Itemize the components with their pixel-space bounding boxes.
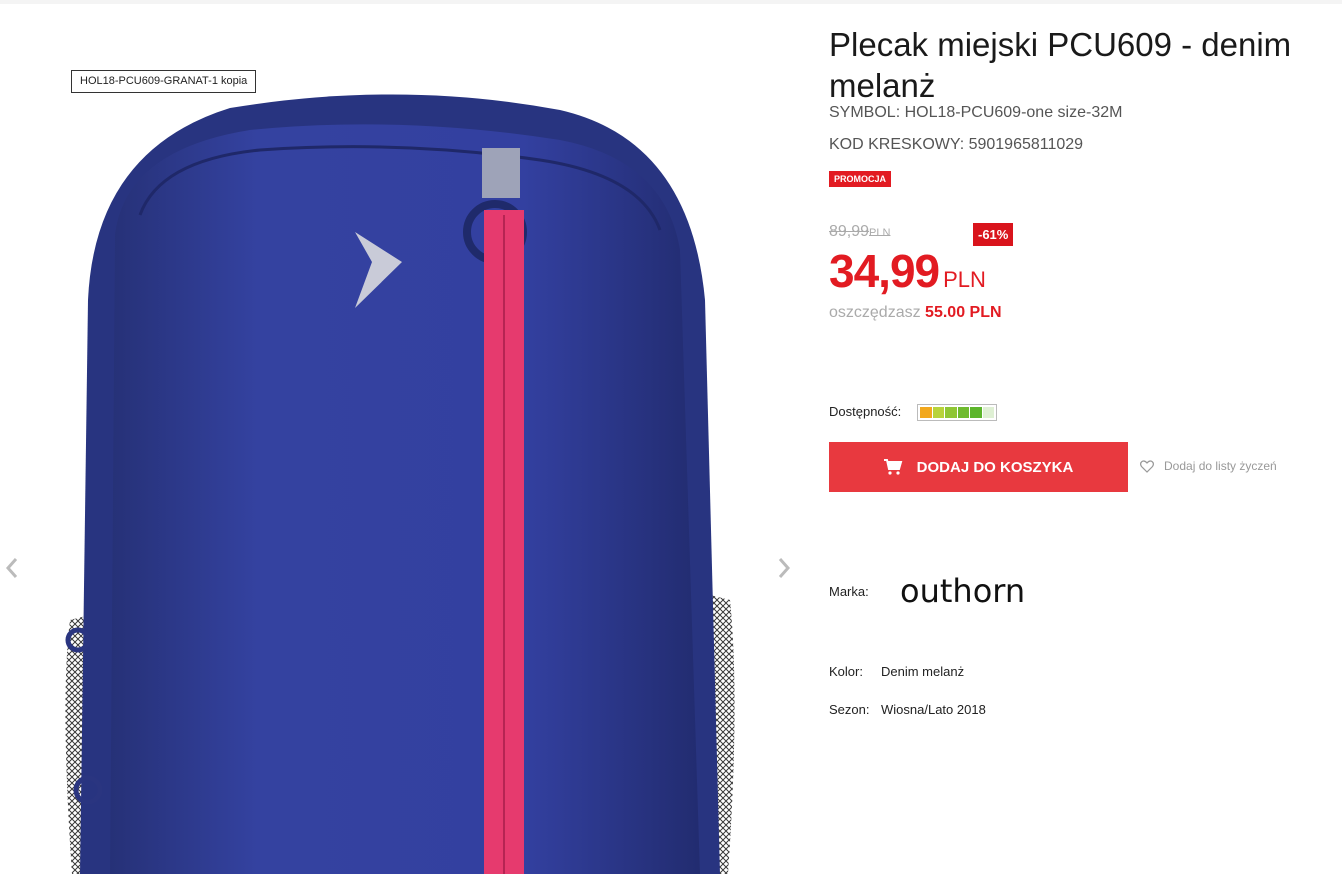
availability-segment xyxy=(957,407,969,418)
promo-badge: PROMOCJA xyxy=(829,171,892,187)
add-to-wishlist-link[interactable]: Dodaj do listy życzeń xyxy=(1140,459,1277,473)
image-caption: HOL18-PCU609-GRANAT-1 kopia xyxy=(71,70,257,93)
product-barcode: KOD KRESKOWY: 5901965811029 xyxy=(829,136,1084,153)
heart-icon xyxy=(1140,459,1154,473)
gallery-next-button[interactable] xyxy=(769,553,799,583)
add-to-cart-button[interactable]: DODAJ DO KOSZYKA xyxy=(829,442,1128,492)
discount-badge: -61% xyxy=(973,223,1014,246)
price-currency: PLN xyxy=(943,267,986,292)
chevron-right-icon xyxy=(778,558,791,578)
product-gallery[interactable]: HOL18-PCU609-GRANAT-1 kopia xyxy=(0,0,800,874)
chevron-left-icon xyxy=(5,558,18,578)
availability-segment xyxy=(945,407,957,418)
availability-segment xyxy=(970,407,982,418)
availability-bar xyxy=(917,404,997,421)
savings-label: oszczędzasz xyxy=(829,304,921,321)
product-image-backpack[interactable] xyxy=(0,0,800,874)
price-amount: 34,99 xyxy=(829,245,940,297)
old-price: 89,99PLN xyxy=(829,223,890,241)
product-title: Plecak miejski PCU609 - denim melanż xyxy=(829,26,1292,104)
gallery-prev-button[interactable] xyxy=(0,553,27,583)
brand-logo[interactable]: outhorn xyxy=(900,572,1025,610)
color-value: Denim melanż xyxy=(881,664,965,679)
savings: oszczędzasz 55.00 PLN xyxy=(829,304,1002,322)
cart-icon xyxy=(883,459,902,475)
availability-segment xyxy=(932,407,944,418)
color-label: Kolor: xyxy=(829,664,863,679)
wishlist-label: Dodaj do listy życzeń xyxy=(1164,459,1277,473)
availability-segment xyxy=(982,407,994,418)
season-label: Sezon: xyxy=(829,702,870,717)
availability-label: Dostępność: xyxy=(829,404,902,419)
add-to-cart-label: DODAJ DO KOSZYKA xyxy=(916,458,1074,476)
product-symbol: SYMBOL: HOL18-PCU609-one size-32M xyxy=(829,104,1123,121)
availability-segment xyxy=(920,407,932,418)
season-value: Wiosna/Lato 2018 xyxy=(881,702,986,717)
current-price: 34,99 PLN xyxy=(829,244,986,298)
brand-label: Marka: xyxy=(829,584,869,599)
old-price-amount: 89,99 xyxy=(829,223,870,240)
savings-value: 55.00 PLN xyxy=(925,304,1002,321)
old-price-currency: PLN xyxy=(869,227,891,239)
